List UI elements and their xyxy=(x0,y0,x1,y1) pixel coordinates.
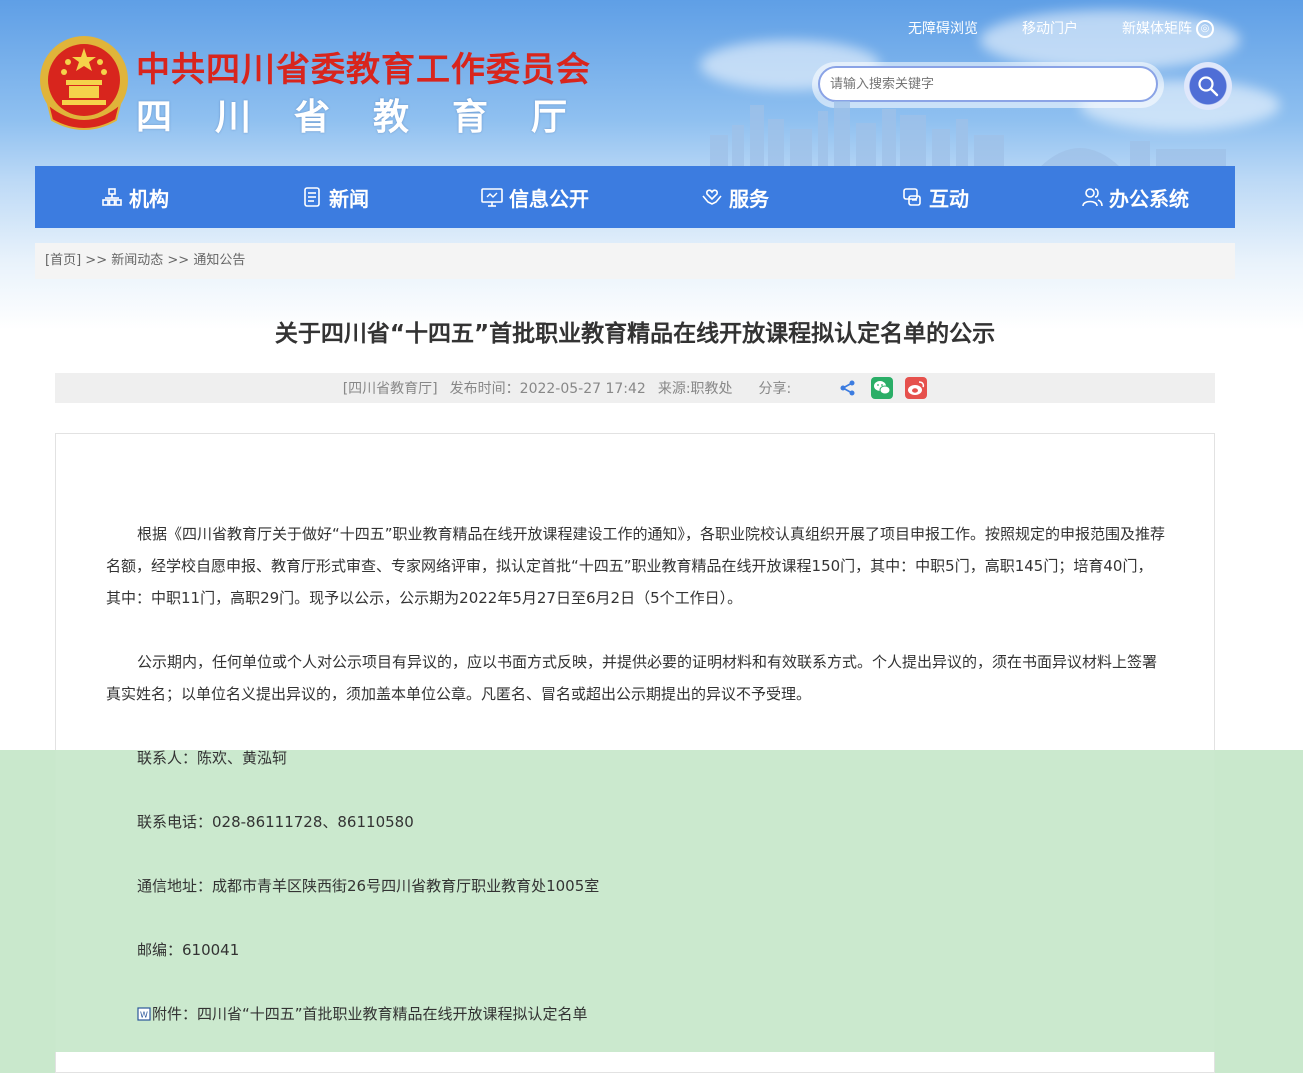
breadcrumb-separator: >> xyxy=(167,253,190,268)
article-postcode: 邮编：610041 xyxy=(137,941,240,959)
attachment-link[interactable]: W 附件：四川省“十四五”首批职业教育精品在线开放课程拟认定名单 xyxy=(137,1003,588,1024)
nav-label: 机构 xyxy=(129,186,169,211)
nav-label: 服务 xyxy=(729,186,769,211)
nav-item-office-system[interactable]: 办公系统 xyxy=(1035,183,1235,212)
hands-icon xyxy=(702,189,722,205)
dept-name: 四川省教育厅 xyxy=(136,96,611,138)
accessibility-link[interactable]: 无障碍浏览 xyxy=(908,18,978,38)
breadcrumb-home-link[interactable]: [首页] xyxy=(45,253,81,268)
article-contact: 联系人：陈欢、黄泓轲 xyxy=(137,749,288,767)
city-skyline-decoration xyxy=(710,101,1226,167)
monitor-icon xyxy=(481,188,503,207)
breadcrumb-news-link[interactable]: 新闻动态 xyxy=(111,253,163,268)
article-paragraph: 根据《四川省教育厅关于做好“十四五”职业教育精品在线开放课程建设工作的通知》，各… xyxy=(106,525,1166,607)
nav-item-info-disclosure[interactable]: 信息公开 xyxy=(435,183,635,212)
share-icon xyxy=(840,380,855,396)
nav-label: 互动 xyxy=(929,186,969,211)
article-source: [四川省教育厅] xyxy=(342,381,438,397)
wechat-icon xyxy=(874,381,891,395)
article-paragraph: 公示期内，任何单位或个人对公示项目有异议的，应以书面方式反映，并提供必要的证明材… xyxy=(106,653,1158,703)
new-media-link[interactable]: 新媒体矩阵 ◎ xyxy=(1122,18,1214,38)
attachment-label: 附件：四川省“十四五”首批职业教育精品在线开放课程拟认定名单 xyxy=(152,1005,588,1023)
news-icon xyxy=(304,187,320,207)
media-matrix-icon: ◎ xyxy=(1196,20,1214,38)
article-origin: 来源:职教处 xyxy=(657,381,733,397)
mobile-portal-link[interactable]: 移动门户 xyxy=(1022,18,1078,38)
breadcrumb: [首页] >> 新闻动态 >> 通知公告 xyxy=(35,243,1235,279)
nav-item-news[interactable]: 新闻 xyxy=(235,183,435,212)
svg-text:W: W xyxy=(140,1010,148,1019)
share-button[interactable] xyxy=(837,377,859,399)
org-name: 中共四川省委教育工作委员会 xyxy=(136,50,591,90)
article-meta: [四川省教育厅] 发布时间：2022-05-27 17:42 来源:职教处 分享… xyxy=(55,373,1215,403)
nav-item-org[interactable]: 机构 xyxy=(35,183,235,212)
nav-item-interaction[interactable]: 互动 xyxy=(835,183,1035,212)
weibo-icon xyxy=(908,381,925,395)
wechat-share-button[interactable] xyxy=(871,377,894,399)
top-links: 无障碍浏览 移动门户 新媒体矩阵 ◎ xyxy=(908,18,1214,38)
search-icon xyxy=(1198,76,1219,97)
nav-label: 办公系统 xyxy=(1109,186,1189,211)
breadcrumb-separator: >> xyxy=(85,253,108,268)
main-nav: 机构 新闻 信息公开 服务 互动 办公系统 xyxy=(35,166,1235,228)
article-title: 关于四川省“十四五”首批职业教育精品在线开放课程拟认定名单的公示 xyxy=(274,321,996,347)
national-emblem-icon xyxy=(40,36,128,130)
users-icon xyxy=(1082,188,1103,207)
article-address: 通信地址：成都市青羊区陕西街26号四川省教育厅职业教育处1005室 xyxy=(137,877,600,895)
word-doc-icon: W xyxy=(137,1006,151,1021)
article-publish-time: 发布时间：2022-05-27 17:42 xyxy=(449,381,646,397)
chat-icon xyxy=(903,188,921,206)
nav-label: 信息公开 xyxy=(509,186,589,211)
article-phone: 联系电话：028-86111728、86110580 xyxy=(137,813,414,831)
weibo-share-button[interactable] xyxy=(905,377,928,399)
new-media-label: 新媒体矩阵 xyxy=(1122,21,1192,37)
nav-item-service[interactable]: 服务 xyxy=(635,183,835,212)
nav-label: 新闻 xyxy=(329,186,369,211)
breadcrumb-notice-link[interactable]: 通知公告 xyxy=(193,253,245,268)
org-icon xyxy=(102,188,122,206)
share-label: 分享: xyxy=(758,381,792,397)
